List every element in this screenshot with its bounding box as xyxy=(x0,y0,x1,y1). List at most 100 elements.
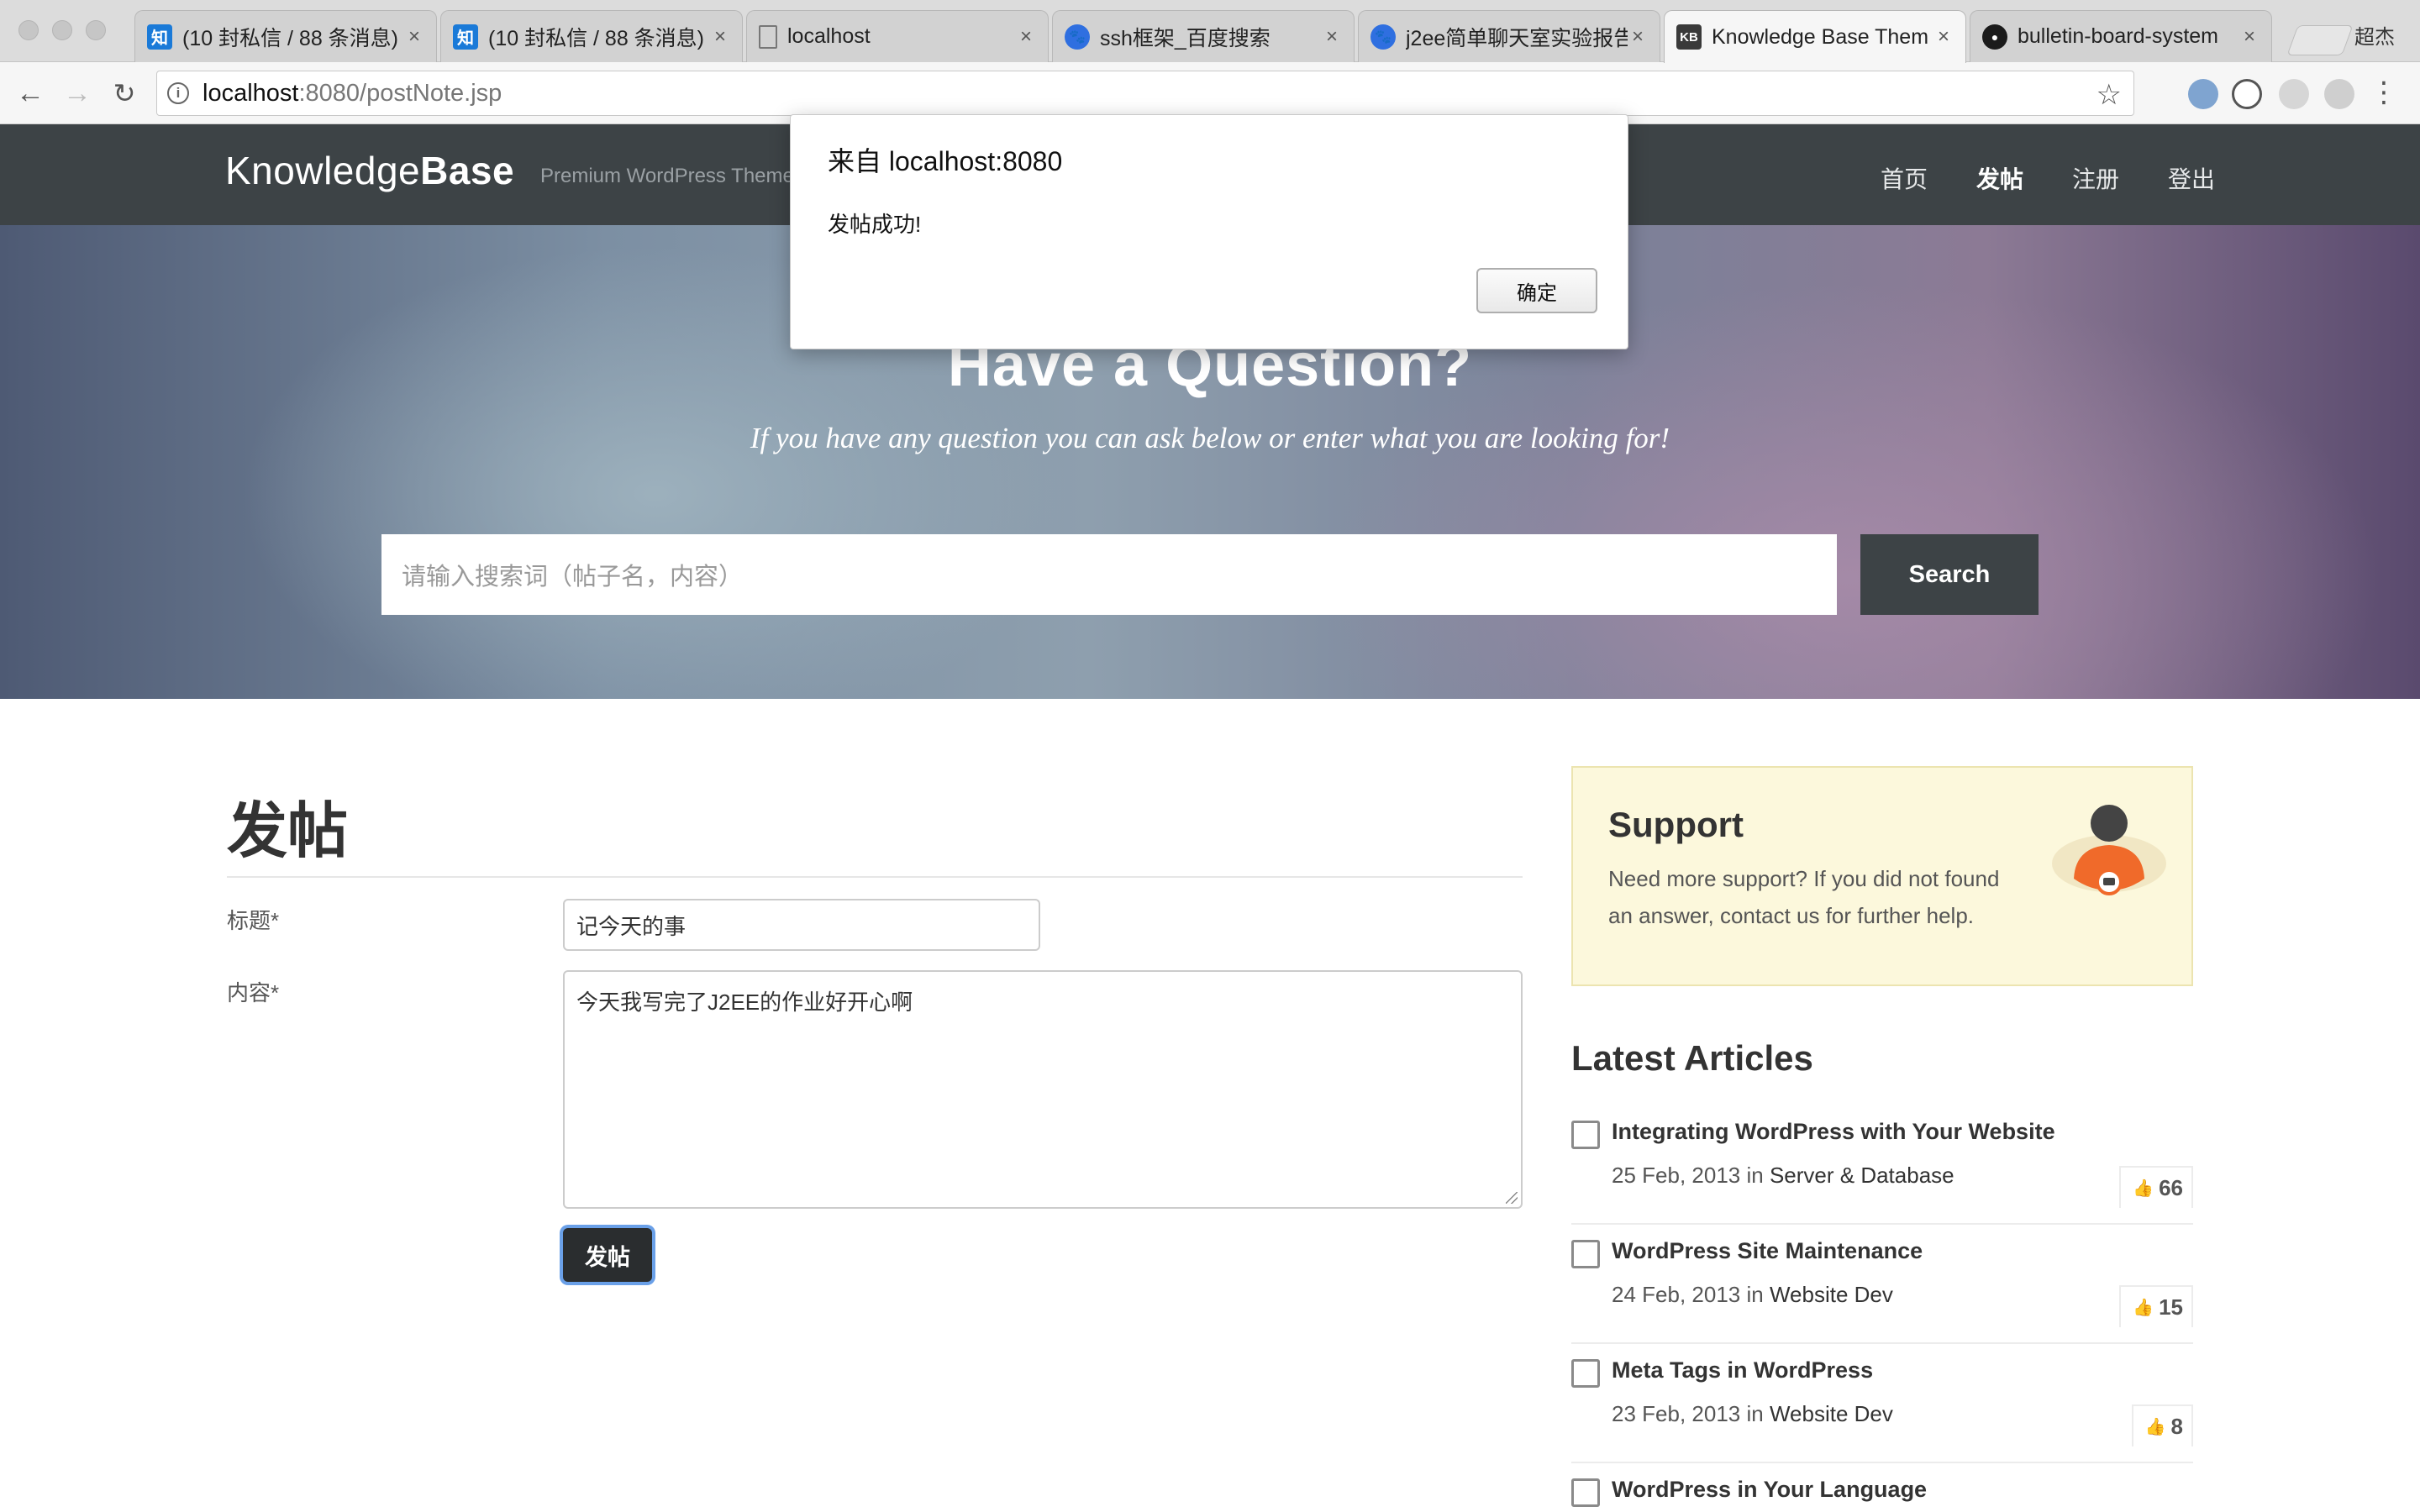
extension-icon[interactable] xyxy=(2188,79,2218,109)
like-count: 15 xyxy=(2159,1294,2183,1320)
dialog-message: 发帖成功! xyxy=(828,212,922,237)
support-text: Need more support? If you did not found … xyxy=(1608,866,2000,928)
extension-plane-icon[interactable] xyxy=(2324,79,2354,109)
zhihu-icon: 知 xyxy=(453,24,478,50)
window-minimize-dot[interactable] xyxy=(52,20,72,40)
title-input[interactable]: 记今天的事 xyxy=(563,899,1040,951)
article-category-link[interactable]: Website Dev xyxy=(1770,1401,1893,1426)
edit-icon xyxy=(1571,1121,1600,1149)
dialog-title: 来自 localhost:8080 xyxy=(828,146,1063,176)
browser-menu-icon[interactable]: ⋮ xyxy=(2370,76,2398,109)
search-input[interactable]: 请输入搜索词（帖子名，内容） xyxy=(381,534,1837,615)
nav-register[interactable]: 注册 xyxy=(2072,161,2119,195)
tab-title: (10 封私信 / 88 条消息) xyxy=(488,26,704,50)
article-meta: 24 Feb, 2013 in Website Dev xyxy=(1612,1282,1893,1308)
extension-umbrella-icon[interactable] xyxy=(2279,79,2309,109)
logo-light-text: Knowledge xyxy=(225,149,421,192)
nav-home[interactable]: 首页 xyxy=(1881,161,1928,195)
tab-close-icon[interactable]: × xyxy=(1628,25,1648,49)
browser-tab-baidu-ssh[interactable]: 🐾 ssh框架_百度搜索 × xyxy=(1052,10,1355,62)
article-in: in xyxy=(1746,1163,1764,1188)
article-in: in xyxy=(1746,1282,1764,1307)
edit-icon xyxy=(1571,1240,1600,1268)
film-icon xyxy=(1571,1359,1600,1388)
article-title-link[interactable]: Meta Tags in WordPress xyxy=(1612,1357,1873,1383)
baidu-icon: 🐾 xyxy=(1370,24,1396,50)
zhihu-icon: 知 xyxy=(147,24,172,50)
reload-icon[interactable]: ↻ xyxy=(108,76,141,110)
baidu-icon: 🐾 xyxy=(1065,24,1090,50)
tab-title: bulletin-board-system xyxy=(2018,24,2218,48)
resize-handle-icon[interactable] xyxy=(1506,1192,1518,1204)
nav-logout[interactable]: 登出 xyxy=(2168,161,2215,195)
like-counter[interactable]: 👍 66 xyxy=(2119,1166,2193,1208)
github-icon: ● xyxy=(1982,24,2007,50)
bookmark-star-icon[interactable]: ☆ xyxy=(2096,78,2122,112)
thumbs-up-icon: 👍 xyxy=(2144,1417,2166,1436)
article-item: Meta Tags in WordPress 23 Feb, 2013 in W… xyxy=(1571,1346,2193,1463)
article-in: in xyxy=(1746,1401,1764,1426)
url-path: :8080/postNote.jsp xyxy=(298,79,502,107)
main-nav: 首页 发帖 注册 登出 xyxy=(1881,161,2215,195)
address-bar[interactable]: i localhost :8080/postNote.jsp ☆ xyxy=(156,71,2134,116)
like-count: 66 xyxy=(2159,1174,2183,1200)
article-category-link[interactable]: Server & Database xyxy=(1770,1163,1954,1188)
tab-title: localhost xyxy=(787,24,871,48)
article-title-link[interactable]: Integrating WordPress with Your Website xyxy=(1612,1119,2055,1145)
support-title: Support xyxy=(1608,805,1744,844)
content-label: 内容* xyxy=(227,980,280,1005)
tab-close-icon[interactable]: × xyxy=(1322,25,1342,49)
kb-icon: KB xyxy=(1676,24,1702,50)
browser-tab-zhihu-2[interactable]: 知 (10 封私信 / 88 条消息) × xyxy=(440,10,743,62)
browser-tab-zhihu-1[interactable]: 知 (10 封私信 / 88 条消息) × xyxy=(134,10,437,62)
browser-tab-bar: 知 (10 封私信 / 88 条消息) × 知 (10 封私信 / 88 条消息… xyxy=(0,0,2420,63)
back-arrow-icon[interactable]: ← xyxy=(13,76,47,110)
browser-tab-baidu-j2ee[interactable]: 🐾 j2ee简单聊天室实验报告 × xyxy=(1358,10,1660,62)
submit-post-button[interactable]: 发帖 xyxy=(563,1228,652,1282)
article-item: WordPress Site Maintenance 24 Feb, 2013 … xyxy=(1571,1226,2193,1344)
extension-cat-icon[interactable] xyxy=(2232,79,2262,109)
like-counter[interactable]: 👍 8 xyxy=(2131,1404,2193,1446)
tab-close-icon[interactable]: × xyxy=(1933,25,1954,49)
browser-tab-localhost[interactable]: localhost × xyxy=(746,10,1049,62)
window-close-dot[interactable] xyxy=(18,20,39,40)
url-host: localhost xyxy=(203,79,299,107)
tab-close-icon[interactable]: × xyxy=(404,25,424,49)
alert-dialog: 来自 localhost:8080 发帖成功! 确定 xyxy=(790,114,1628,349)
support-agent-icon xyxy=(2052,805,2166,895)
forward-arrow-icon[interactable]: → xyxy=(60,76,94,110)
article-title-link[interactable]: WordPress Site Maintenance xyxy=(1612,1238,1923,1264)
article-category-link[interactable]: Website Dev xyxy=(1770,1282,1893,1307)
site-logo[interactable]: KnowledgeBase xyxy=(225,148,514,193)
tab-close-icon[interactable]: × xyxy=(2239,25,2260,49)
image-icon xyxy=(1571,1478,1600,1507)
tab-title: ssh框架_百度搜索 xyxy=(1100,26,1270,50)
page-title: 发帖 xyxy=(227,798,349,865)
new-tab-button[interactable] xyxy=(2286,25,2354,55)
hero-subtitle: If you have any question you can ask bel… xyxy=(750,422,1670,454)
tab-close-icon[interactable]: × xyxy=(1016,25,1036,49)
thumbs-up-icon: 👍 xyxy=(2133,1298,2154,1317)
dialog-ok-button[interactable]: 确定 xyxy=(1476,268,1597,313)
site-tagline: Premium WordPress Theme xyxy=(540,165,794,187)
window-zoom-dot[interactable] xyxy=(86,20,106,40)
page-icon xyxy=(759,24,777,49)
title-divider xyxy=(227,876,1523,878)
article-item: WordPress in Your Language xyxy=(1571,1465,2193,1512)
article-date: 23 Feb, 2013 xyxy=(1612,1401,1741,1426)
article-title-link[interactable]: WordPress in Your Language xyxy=(1612,1477,1927,1503)
content-textarea[interactable]: 今天我写完了J2EE的作业好开心啊 xyxy=(563,970,1523,1209)
like-count: 8 xyxy=(2170,1413,2183,1439)
nav-post[interactable]: 发帖 xyxy=(1976,161,2023,195)
info-icon[interactable]: i xyxy=(167,82,189,104)
article-meta: 25 Feb, 2013 in Server & Database xyxy=(1612,1163,1954,1189)
browser-tab-knowledge-base[interactable]: KB Knowledge Base Them × xyxy=(1664,10,1966,63)
title-label: 标题* xyxy=(227,908,280,933)
browser-tab-github[interactable]: ● bulletin-board-system × xyxy=(1970,10,2272,62)
search-button[interactable]: Search xyxy=(1860,534,2039,615)
like-counter[interactable]: 👍 15 xyxy=(2119,1285,2193,1327)
profile-name[interactable]: 超杰 xyxy=(2354,20,2395,50)
latest-articles-title: Latest Articles xyxy=(1571,1038,1813,1078)
tab-title: (10 封私信 / 88 条消息) xyxy=(182,26,398,50)
tab-close-icon[interactable]: × xyxy=(710,25,730,49)
